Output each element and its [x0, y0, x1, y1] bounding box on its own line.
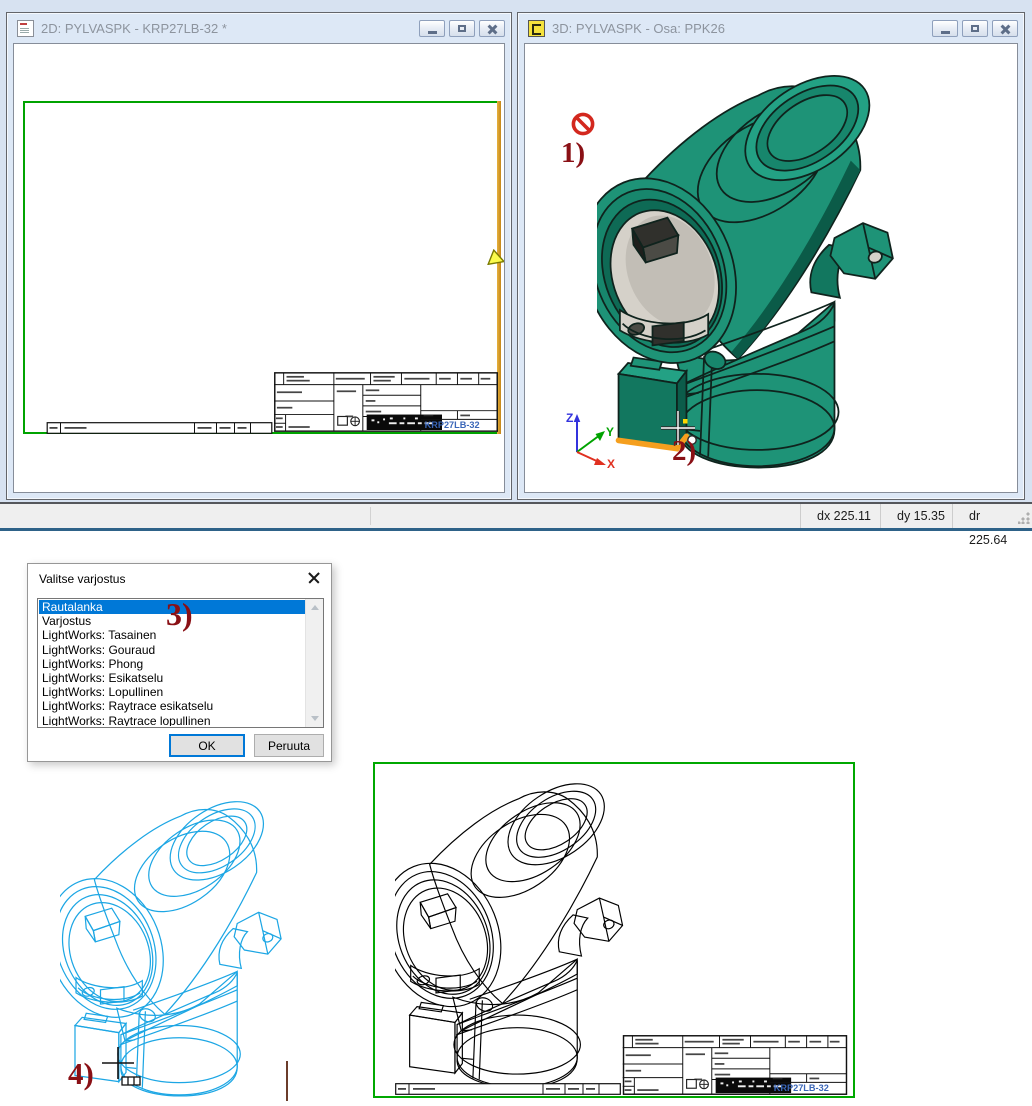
ok-button[interactable]: OK — [169, 734, 245, 757]
prohibition-icon — [570, 111, 596, 137]
annotation-1: 1) — [561, 139, 585, 168]
cursor-mark — [286, 1061, 288, 1101]
dialog-close-icon[interactable] — [307, 571, 321, 585]
axis-triad: Z Y X — [559, 406, 621, 468]
annotation-2: 2) — [672, 437, 696, 466]
annotation-3: 3) — [166, 598, 193, 630]
restore-button[interactable] — [962, 20, 988, 37]
revision-strip — [395, 1083, 621, 1095]
restore-button[interactable] — [449, 20, 475, 37]
shading-dialog: Valitse varjostus RautalankaVarjostusLig… — [27, 563, 332, 762]
window-2d-icon — [17, 20, 34, 37]
crosshair-cursor-2d — [100, 1046, 150, 1094]
window-3d: 3D: PYLVASPK - Osa: PPK26 1) Z Y — [517, 12, 1025, 500]
model-wireframe-cyan — [60, 798, 292, 1100]
window-2d: 2D: PYLVASPK - KRP27LB-32 * KRP27LB-32 — [6, 12, 512, 500]
status-separator — [370, 507, 371, 525]
window-3d-titlebar[interactable]: 3D: PYLVASPK - Osa: PPK26 — [518, 13, 1024, 43]
svg-text:KRP27LB-32: KRP27LB-32 — [774, 1083, 829, 1093]
annotation-4: 4) — [68, 1058, 94, 1089]
close-button[interactable] — [992, 20, 1018, 37]
svg-text:Y: Y — [606, 425, 614, 439]
revision-strip — [43, 422, 276, 434]
dialog-title: Valitse varjostus — [39, 572, 125, 586]
drawing-sheet-2: KRP27LB-32 — [373, 762, 855, 1098]
shading-option[interactable]: LightWorks: Gouraud — [39, 643, 306, 657]
svg-text:X: X — [607, 457, 615, 468]
resize-grip[interactable] — [1018, 512, 1030, 524]
mdi-area: 2D: PYLVASPK - KRP27LB-32 * KRP27LB-32 3… — [0, 0, 1032, 502]
scroll-up-icon[interactable] — [307, 600, 322, 615]
snap-point-dot — [683, 419, 688, 424]
minimize-icon — [428, 31, 437, 34]
model-3d-shaded — [597, 71, 909, 473]
minimize-icon — [941, 31, 950, 34]
canvas-3d[interactable]: 1) Z Y X 2) — [524, 43, 1018, 493]
shading-option[interactable]: LightWorks: Raytrace lopullinen — [39, 714, 306, 727]
shading-option[interactable]: LightWorks: Esikatselu — [39, 671, 306, 685]
minimize-button[interactable] — [932, 20, 958, 37]
grid-snap-icon — [122, 1077, 140, 1085]
window-2d-titlebar[interactable]: 2D: PYLVASPK - KRP27LB-32 * — [7, 13, 511, 43]
model-wireframe-black — [395, 780, 633, 1092]
scroll-down-icon[interactable] — [307, 711, 322, 726]
status-dr: dr 225.64 — [952, 504, 1016, 528]
snap-triangle-marker — [486, 249, 504, 265]
scrollbar[interactable] — [305, 599, 323, 727]
window-3d-title: 3D: PYLVASPK - Osa: PPK26 — [552, 21, 932, 36]
minimize-button[interactable] — [419, 20, 445, 37]
window-3d-icon — [528, 20, 545, 37]
restore-icon — [971, 25, 979, 32]
shading-option[interactable]: LightWorks: Raytrace esikatselu — [39, 699, 306, 713]
svg-text:Z: Z — [566, 411, 573, 425]
restore-icon — [458, 25, 466, 32]
cancel-button[interactable]: Peruuta — [254, 734, 324, 757]
shading-option[interactable]: LightWorks: Lopullinen — [39, 685, 306, 699]
close-button[interactable] — [479, 20, 505, 37]
status-dy: dy 15.35 — [880, 504, 952, 528]
window-2d-title: 2D: PYLVASPK - KRP27LB-32 * — [41, 21, 419, 36]
svg-text:KRP27LB-32: KRP27LB-32 — [425, 420, 480, 430]
title-block: KRP27LB-32 — [274, 371, 498, 433]
canvas-2d[interactable]: KRP27LB-32 — [13, 43, 505, 493]
status-dx: dx 225.11 — [800, 504, 880, 528]
title-block: KRP27LB-32 — [619, 1035, 851, 1095]
status-bar: dx 225.11 dy 15.35 dr 225.64 — [0, 502, 1032, 531]
shading-option[interactable]: LightWorks: Phong — [39, 657, 306, 671]
